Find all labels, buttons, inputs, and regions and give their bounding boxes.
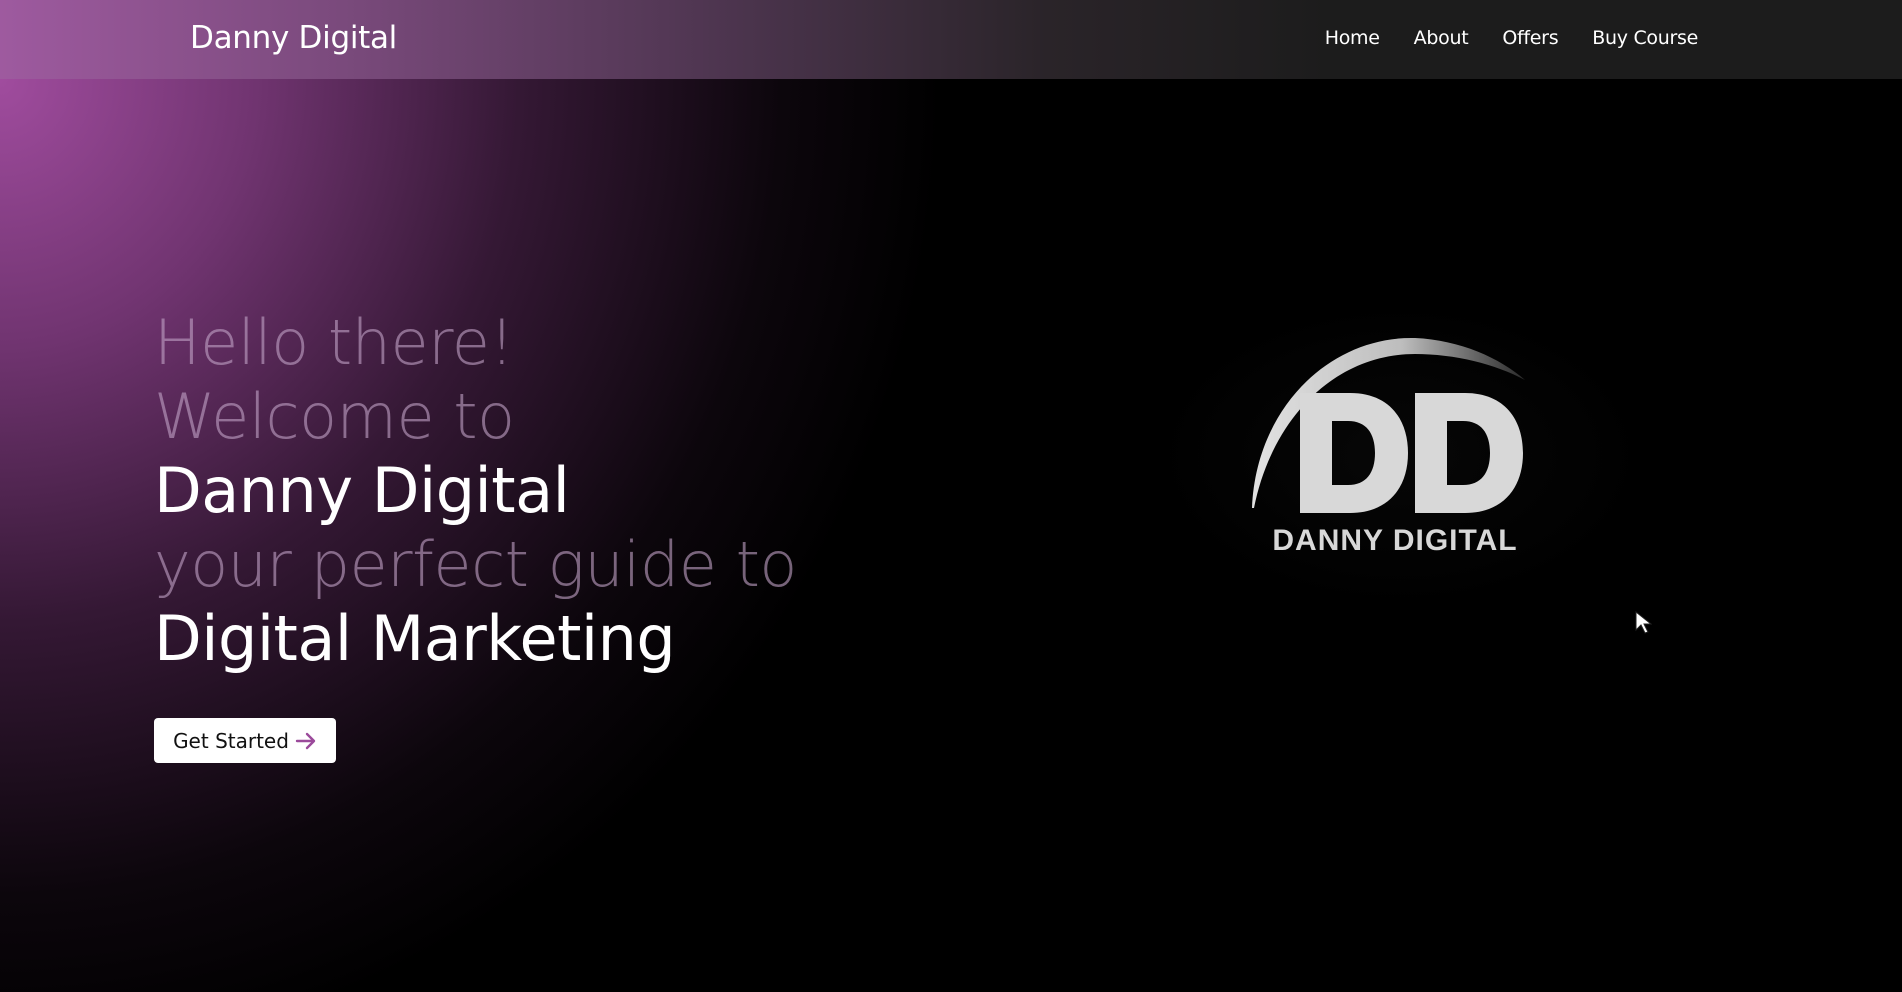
hero-welcome: Welcome to [154,380,515,453]
mouse-cursor-icon [1635,610,1652,634]
nav-link-home[interactable]: Home [1325,27,1380,49]
hero-greeting: Hello there! [154,306,514,379]
brand-link[interactable]: Danny Digital [190,20,397,56]
get-started-label: Get Started [173,728,289,753]
main-nav: Home About Offers Buy Course [1325,27,1699,49]
hero-heading: Hello there! Welcome to Danny Digital yo… [154,306,914,676]
nav-link-offers[interactable]: Offers [1502,27,1558,49]
navbar: Danny Digital Home About Offers Buy Cour… [0,0,1902,79]
arrow-right-icon [295,732,316,749]
page: Danny Digital Home About Offers Buy Cour… [0,0,1902,992]
nav-link-buy-course[interactable]: Buy Course [1592,27,1698,49]
hero-brand-name: Danny Digital [154,454,570,527]
nav-link-about[interactable]: About [1414,27,1469,49]
get-started-button[interactable]: Get Started [154,718,336,763]
logo-wordmark: DANNY DIGITAL [1272,524,1517,557]
hero-topic: Digital Marketing [154,602,676,675]
danny-digital-logo: DANNY DIGITAL [1252,337,1525,557]
hero-tagline: your perfect guide to [154,528,797,601]
